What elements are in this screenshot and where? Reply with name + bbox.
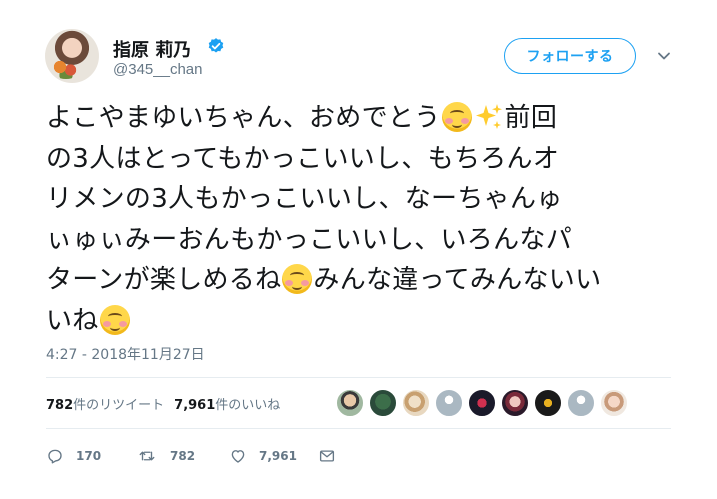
direct-message-button[interactable] [318, 446, 336, 466]
smiling-face-icon [441, 102, 472, 132]
divider [46, 377, 671, 378]
retweet-icon [139, 451, 155, 461]
likes-stat[interactable]: 7,961件のいいね [174, 398, 280, 413]
sparkles-icon [475, 104, 502, 129]
reply-button[interactable]: 170 [46, 446, 101, 466]
tweet-timestamp[interactable]: 4:27 - 2018年11月27日 [46, 344, 205, 364]
reply-icon [48, 449, 62, 464]
tweet-card: 指原 莉乃 @345__chan フォローする よこやまゆいちゃん、おめでとう前… [0, 0, 717, 499]
liker-avatar[interactable] [600, 389, 628, 417]
liker-avatar[interactable] [534, 389, 562, 417]
tweet-line-6: いね [46, 301, 676, 342]
tweet-stats: 782件のリツイート 7,961件のいいね [46, 394, 280, 413]
retweets-stat[interactable]: 782件のリツイート [46, 398, 164, 413]
tweet-line-1: よこやまゆいちゃん、おめでとう 前回 [46, 102, 558, 133]
liker-avatar[interactable] [468, 389, 496, 417]
tweet-text: よこやまゆいちゃん、おめでとう 前回 の3人はとってもかっこいいし、もちろんオ リ… [46, 98, 676, 341]
like-button[interactable]: 7,961 [229, 446, 297, 466]
smiling-face-icon [99, 304, 130, 335]
smiling-face-icon [282, 264, 313, 294]
tweet-line-2: の3人はとってもかっこいいし、もちろんオ [46, 143, 560, 174]
heart-icon [231, 450, 245, 463]
tweet-line-4: ぃゅぃみーおんもかっこいいし、いろんなパ [46, 224, 573, 255]
liker-avatar[interactable] [501, 389, 529, 417]
verified-badge-icon [208, 38, 224, 53]
tweet-line-5: ターンが楽しめるね みんな違ってみんないい [46, 264, 602, 295]
envelope-icon [319, 450, 335, 462]
follow-button[interactable]: フォローする [504, 38, 636, 74]
user-handle[interactable]: @345__chan [113, 61, 202, 78]
liker-avatar[interactable] [567, 389, 595, 417]
divider [46, 428, 671, 429]
liker-avatar[interactable] [369, 389, 397, 417]
user-avatar[interactable] [45, 29, 99, 83]
display-name[interactable]: 指原 莉乃 [113, 36, 191, 62]
tweet-line-3: リメンの3人もかっこいいし、なーちゃんゅ [46, 184, 563, 214]
liker-avatar[interactable] [402, 389, 430, 417]
liker-avatar[interactable] [435, 389, 463, 417]
liker-avatar[interactable] [336, 389, 364, 417]
retweet-button[interactable]: 782 [136, 446, 195, 466]
chevron-down-icon[interactable] [656, 48, 672, 64]
